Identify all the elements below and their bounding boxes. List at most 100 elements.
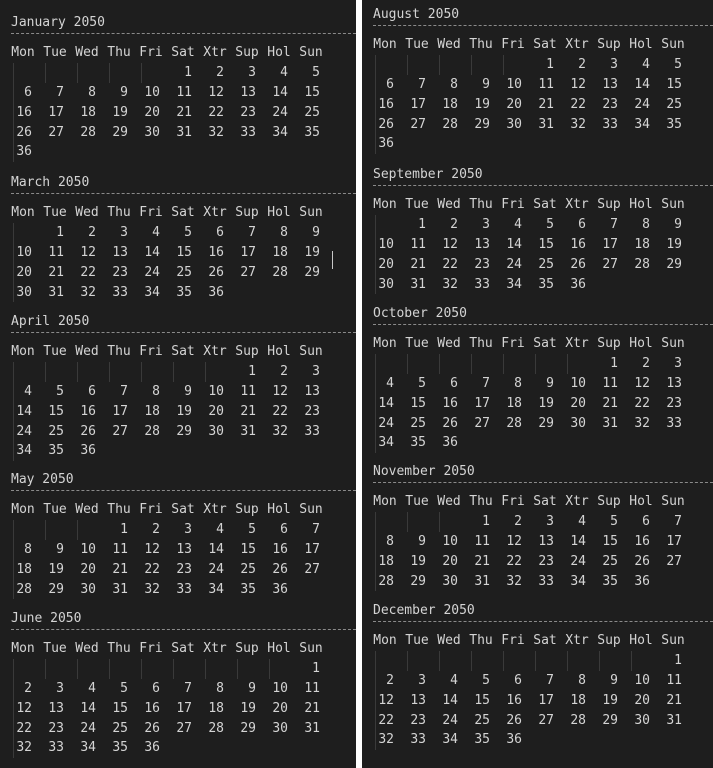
weekday-label: Sun: [661, 197, 685, 212]
weekday-label: Xtr: [203, 641, 227, 656]
month-title: April 2050: [11, 314, 90, 329]
week-row: 12 13 14 15 16 17 18 19 20 21: [373, 691, 713, 711]
day-number: 27: [666, 553, 682, 569]
day-number: 32: [506, 573, 522, 589]
day-number: 32: [570, 116, 586, 132]
month-block: January 2050 Mon Tue Wed Thu Fri Sat Xtr Sup Hol S…: [0, 13, 356, 159]
day-number: 12: [378, 692, 394, 708]
day-number: 31: [474, 573, 490, 589]
day-number: 30: [80, 581, 96, 597]
day-number: 18: [144, 403, 160, 419]
separator-line: [373, 621, 713, 622]
day-number: 20: [570, 395, 586, 411]
weekday-label: Hol: [629, 494, 653, 509]
day-number: 32: [378, 732, 394, 748]
week-row: 1 2 3 4 5 6 7: [373, 512, 713, 532]
weekday-label: Xtr: [565, 336, 589, 351]
day-number: 25: [304, 104, 320, 120]
day-number: 34: [80, 740, 96, 756]
day-number: 9: [418, 533, 426, 549]
week-row: 6 7 8 9 10 11 12 13 14 15: [373, 75, 713, 95]
day-number: 5: [610, 514, 618, 529]
day-number: 30: [144, 124, 160, 140]
weekday-label: Thu: [107, 205, 131, 220]
weekday-label: Sat: [533, 197, 557, 212]
day-number: 22: [80, 264, 96, 280]
weekday-label: Hol: [629, 633, 653, 648]
weekday-label: Tue: [405, 37, 429, 52]
month-title: September 2050: [373, 167, 483, 182]
day-number: 6: [24, 84, 32, 100]
day-number: 20: [144, 104, 160, 120]
day-number: 27: [410, 116, 426, 132]
day-number: 18: [634, 236, 650, 252]
day-number: 17: [410, 96, 426, 112]
day-number: 8: [280, 225, 288, 240]
day-number: 31: [176, 124, 192, 140]
weekday-label: Sun: [661, 633, 685, 648]
day-number: 18: [16, 561, 32, 577]
day-number: 20: [272, 700, 288, 716]
day-number: 14: [506, 236, 522, 252]
week-row: 16 17 18 19 20 21 22 23 24 25: [373, 95, 713, 115]
day-number: 3: [120, 225, 128, 240]
day-number: 3: [482, 217, 490, 232]
day-number: 33: [410, 732, 426, 748]
month-title: January 2050: [11, 15, 105, 30]
weekday-label: Thu: [107, 502, 131, 517]
day-number: 17: [474, 395, 490, 411]
day-number: 34: [570, 573, 586, 589]
day-number: 7: [56, 84, 64, 100]
weekday-label: Mon: [373, 37, 397, 52]
day-number: 5: [184, 225, 192, 240]
editor-pane-left[interactable]: January 2050 Mon Tue Wed Thu Fri Sat Xtr Sup Hol S…: [0, 0, 356, 768]
day-number: 2: [216, 65, 224, 80]
day-number: 16: [634, 533, 650, 549]
editor-pane-right[interactable]: August 2050 Mon Tue Wed Thu Fri Sat Xtr Sup Hol Su…: [362, 0, 713, 768]
day-number: 2: [280, 364, 288, 379]
day-number: 15: [602, 533, 618, 549]
weekday-label: Wed: [75, 45, 99, 60]
weekday-label: Wed: [437, 197, 461, 212]
day-number: 27: [48, 124, 64, 140]
day-number: 33: [474, 276, 490, 292]
day-number: 30: [442, 573, 458, 589]
day-number: 5: [546, 217, 554, 232]
day-number: 2: [88, 225, 96, 240]
day-number: 22: [378, 712, 394, 728]
day-number: 1: [312, 661, 320, 676]
weekday-label: Sup: [235, 502, 259, 517]
day-number: 23: [48, 720, 64, 736]
day-number: 36: [506, 732, 522, 748]
day-number: 2: [642, 356, 650, 371]
day-number: 33: [112, 284, 128, 300]
day-number: 11: [304, 680, 320, 696]
weekday-label: Fri: [501, 336, 525, 351]
day-number: 20: [208, 403, 224, 419]
weekday-label: Fri: [501, 494, 525, 509]
day-number: 25: [112, 720, 128, 736]
day-number: 25: [666, 96, 682, 112]
day-number: 10: [144, 84, 160, 100]
day-number: 26: [442, 415, 458, 431]
day-number: 21: [48, 264, 64, 280]
day-number: 29: [538, 415, 554, 431]
month-title: March 2050: [11, 175, 90, 190]
day-number: 31: [48, 284, 64, 300]
week-row: 1 2 3 4 5 6 7 8 9: [11, 223, 356, 243]
day-number: 16: [208, 244, 224, 260]
month-title: May 2050: [11, 472, 74, 487]
day-number: 4: [578, 514, 586, 529]
day-number: 21: [410, 256, 426, 272]
weekday-label: Wed: [437, 37, 461, 52]
month-title: November 2050: [373, 464, 475, 479]
day-number: 10: [272, 680, 288, 696]
day-number: 19: [112, 104, 128, 120]
day-number: 33: [48, 740, 64, 756]
day-number: 15: [304, 84, 320, 100]
day-number: 5: [312, 65, 320, 80]
day-number: 21: [666, 692, 682, 708]
day-number: 31: [304, 720, 320, 736]
weekday-header: Mon Tue Wed Thu Fri Sat Xtr Sup Hol Sun: [11, 203, 356, 223]
day-number: 3: [312, 364, 320, 379]
